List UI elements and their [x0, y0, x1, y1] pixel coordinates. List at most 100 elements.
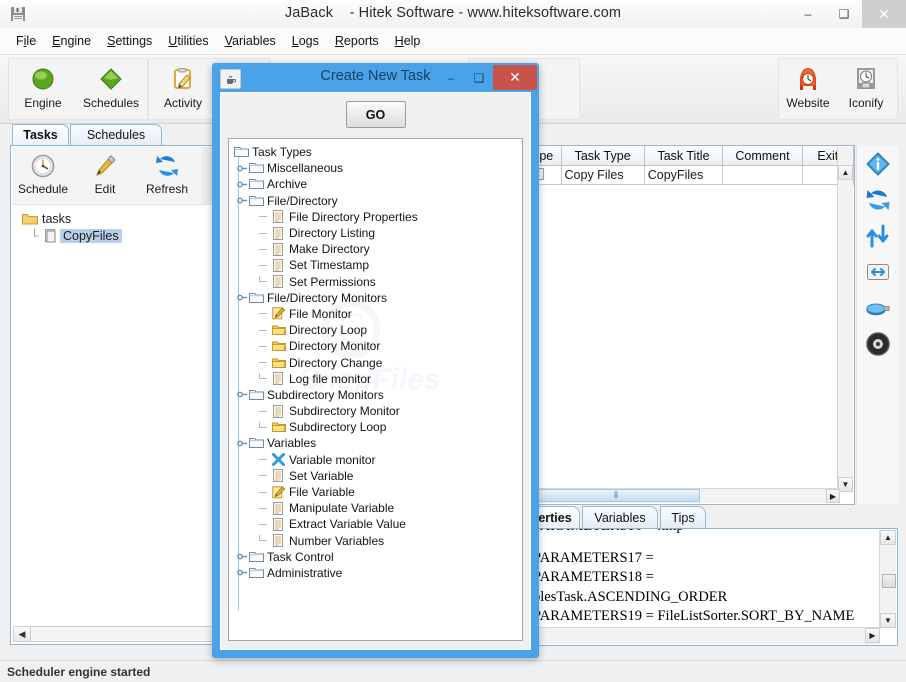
- tree-item-directory-monitor[interactable]: Directory Monitor: [233, 338, 522, 354]
- tree-item-label: Make Directory: [289, 242, 370, 257]
- tree-item-label: Set Variable: [289, 468, 354, 483]
- tree-expand-handle-icon[interactable]: [237, 292, 248, 303]
- tree-expand-handle-icon[interactable]: [237, 389, 248, 400]
- menu-logs[interactable]: Logs: [284, 31, 327, 51]
- tasks-schedule-button[interactable]: Schedule: [12, 147, 74, 203]
- tree-item-directory-change[interactable]: Directory Change: [233, 354, 522, 370]
- rail-disc-button[interactable]: [857, 326, 899, 362]
- folder-open-icon: [248, 567, 265, 579]
- tree-item-administrative[interactable]: Administrative: [233, 565, 522, 581]
- tree-item-manipulate-variable[interactable]: Manipulate Variable: [233, 500, 522, 516]
- rail-usb-button[interactable]: [857, 290, 899, 326]
- tree-item-variables[interactable]: Variables: [233, 435, 522, 451]
- menu-file[interactable]: File: [8, 31, 44, 51]
- properties-horizontal-scrollbar[interactable]: ▶: [532, 627, 880, 644]
- tree-item-subdirectory-monitor[interactable]: Subdirectory Monitor: [233, 403, 522, 419]
- tree-item-set-timestamp[interactable]: Set Timestamp: [233, 257, 522, 273]
- properties-scroll-right-arrow-icon[interactable]: ▶: [865, 628, 880, 643]
- col-comment[interactable]: Comment: [722, 146, 803, 166]
- tree-collapse-handle-icon[interactable]: [237, 567, 248, 578]
- properties-vertical-scrollbar[interactable]: ▲ ▼: [879, 530, 896, 628]
- properties-scroll-down-arrow-icon[interactable]: ▼: [880, 613, 896, 628]
- menu-help[interactable]: Help: [387, 31, 429, 51]
- table-vertical-scrollbar[interactable]: ▲ ▼: [837, 147, 853, 492]
- tree-item-label: Variables: [267, 436, 317, 451]
- bottom-tab-variables-label: Variables: [594, 510, 646, 525]
- bottom-tab-variables[interactable]: Variables: [582, 506, 658, 528]
- toolbar-website-button[interactable]: Website: [779, 59, 837, 117]
- tree-branch-line-icon: [259, 341, 270, 352]
- table-scroll-down-arrow-icon[interactable]: ▼: [838, 477, 853, 492]
- go-button[interactable]: GO: [345, 101, 406, 128]
- rail-resize-button[interactable]: [857, 254, 899, 290]
- tree-expand-handle-icon[interactable]: [237, 438, 248, 449]
- tree-item-miscellaneous[interactable]: Miscellaneous: [233, 160, 522, 176]
- green-diamond-icon: [99, 65, 123, 93]
- table-horizontal-scrollbar[interactable]: ⦀ ▶: [532, 488, 840, 503]
- tree-item-file-directory-properties[interactable]: File Directory Properties: [233, 209, 522, 225]
- document-icon: [270, 242, 287, 256]
- menu-reports[interactable]: Reports: [327, 31, 387, 51]
- table-row[interactable]: Copy Files CopyFiles: [531, 165, 854, 185]
- tree-item-task-types[interactable]: Task Types: [233, 144, 522, 160]
- tab-schedules[interactable]: Schedules: [70, 124, 162, 145]
- tree-item-file-variable[interactable]: File Variable: [233, 484, 522, 500]
- toolbar-activity-button[interactable]: Activity: [149, 59, 217, 117]
- tree-item-number-variables[interactable]: Number Variables: [233, 533, 522, 549]
- minimize-button[interactable]: –: [790, 0, 826, 28]
- tree-collapse-handle-icon[interactable]: [237, 163, 248, 174]
- table-hscroll-thumb[interactable]: ⦀: [532, 489, 700, 502]
- col-task-title[interactable]: Task Title: [643, 146, 724, 166]
- tree-item-file-monitor[interactable]: File Monitor: [233, 306, 522, 322]
- properties-scroll-up-arrow-icon[interactable]: ▲: [880, 530, 896, 545]
- tree-item-log-file-monitor[interactable]: Log file monitor: [233, 371, 522, 387]
- tree-item-variable-monitor[interactable]: Variable monitor: [233, 452, 522, 468]
- tasks-refresh-button[interactable]: Refresh: [136, 147, 198, 203]
- tree-item-task-control[interactable]: Task Control: [233, 549, 522, 565]
- bottom-tab-tips[interactable]: Tips: [660, 506, 706, 528]
- dialog-close-button[interactable]: ✕: [493, 65, 537, 90]
- tree-collapse-handle-icon[interactable]: [237, 179, 248, 190]
- tree-item-file-directory[interactable]: File/Directory: [233, 193, 522, 209]
- tree-item-set-variable[interactable]: Set Variable: [233, 468, 522, 484]
- menu-utilities[interactable]: Utilities: [160, 31, 216, 51]
- tree-item-extract-variable-value[interactable]: Extract Variable Value: [233, 516, 522, 532]
- tree-item-archive[interactable]: Archive: [233, 176, 522, 192]
- tasks-edit-button[interactable]: Edit: [74, 147, 136, 203]
- rail-info-button[interactable]: [857, 146, 899, 182]
- document-icon: [270, 258, 287, 272]
- col-task-type[interactable]: Task Type: [560, 146, 645, 166]
- tree-item-directory-listing[interactable]: Directory Listing: [233, 225, 522, 241]
- folder-open-icon: [248, 162, 265, 174]
- tree-item-set-permissions[interactable]: Set Permissions: [233, 274, 522, 290]
- tree-item-file-directory-monitors[interactable]: File/Directory Monitors: [233, 290, 522, 306]
- tree-expand-handle-icon[interactable]: [237, 195, 248, 206]
- tree-item-directory-loop[interactable]: Directory Loop: [233, 322, 522, 338]
- menu-variables[interactable]: Variables: [217, 31, 284, 51]
- tree-collapse-handle-icon[interactable]: [237, 551, 248, 562]
- menu-engine-post: ngine: [60, 34, 92, 48]
- close-button[interactable]: ✕: [862, 0, 906, 28]
- menu-engine[interactable]: Engine: [44, 31, 99, 51]
- tab-tasks[interactable]: Tasks: [12, 124, 69, 145]
- tree-branch-line-icon: [259, 421, 270, 433]
- menu-settings[interactable]: Settings: [99, 31, 160, 51]
- tree-item-subdirectory-monitors[interactable]: Subdirectory Monitors: [233, 387, 522, 403]
- toolbar-engine-button[interactable]: Engine: [9, 59, 77, 117]
- table-scroll-right-arrow-icon[interactable]: ▶: [826, 489, 840, 503]
- tree-branch-line-icon: [259, 487, 270, 498]
- scroll-left-arrow-icon[interactable]: ◀: [14, 627, 31, 641]
- tree-branch-line-icon: [259, 454, 270, 465]
- table-scroll-up-arrow-icon[interactable]: ▲: [838, 165, 853, 180]
- toolbar-iconify-button[interactable]: Iconify: [837, 59, 895, 117]
- menu-reports-mnemonic: R: [334, 34, 344, 48]
- properties-vscroll-thumb[interactable]: [882, 574, 896, 588]
- maximize-button[interactable]: ❑: [826, 0, 862, 28]
- dialog-minimize-button[interactable]: –: [437, 65, 465, 90]
- rail-sync-button[interactable]: [857, 182, 899, 218]
- dialog-maximize-button[interactable]: ❑: [465, 65, 493, 90]
- rail-sort-button[interactable]: [857, 218, 899, 254]
- toolbar-schedules-button[interactable]: Schedules: [77, 59, 145, 117]
- tree-item-make-directory[interactable]: Make Directory: [233, 241, 522, 257]
- tree-item-subdirectory-loop[interactable]: Subdirectory Loop: [233, 419, 522, 435]
